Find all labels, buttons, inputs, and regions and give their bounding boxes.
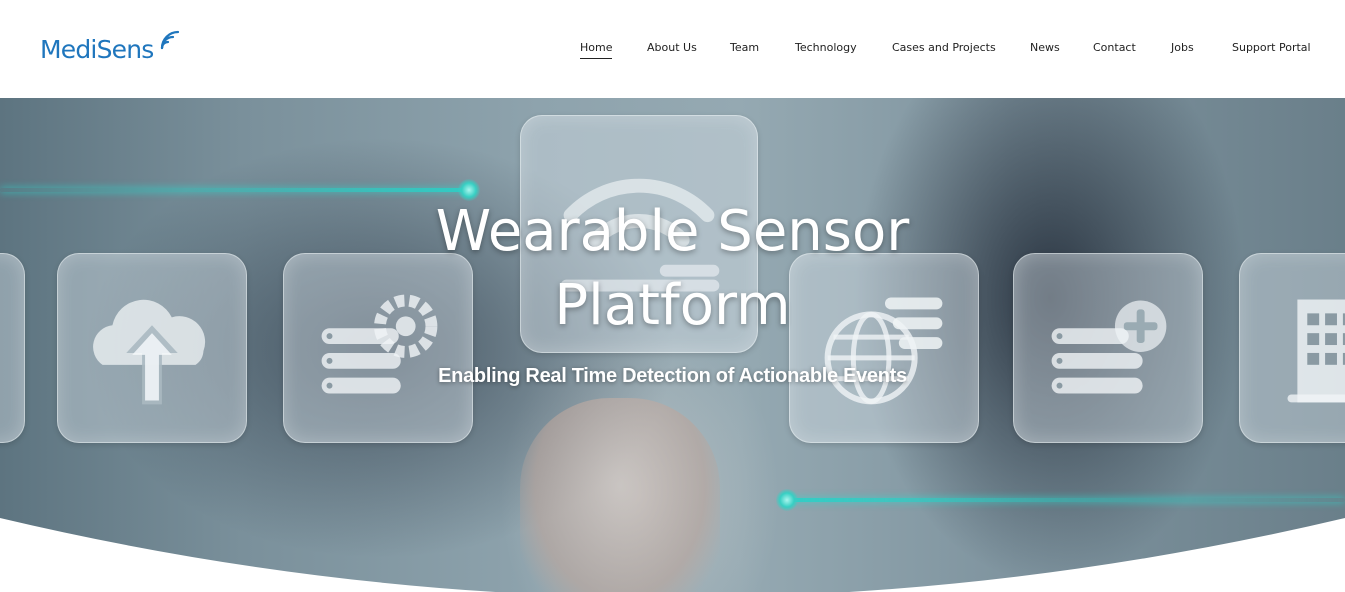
nav-item-support-portal[interactable]: Support Portal [1232,40,1311,56]
nav-item-contact[interactable]: Contact [1093,40,1136,56]
glow-dot [776,489,798,511]
nav-item-team[interactable]: Team [730,40,759,56]
nav-item-cases-and-projects[interactable]: Cases and Projects [892,40,996,56]
hero-bottom-curve [0,518,1345,592]
main-nav: Home About Us Team Technology Cases and … [0,40,1345,62]
nav-item-jobs[interactable]: Jobs [1171,40,1194,56]
glow-line [0,188,470,192]
hero-banner: Wearable Sensor Platform Enabling Real T… [0,98,1345,592]
hero-title-line1: Wearable Sensor [435,199,910,264]
hero-title-line2: Platform [554,273,791,338]
glow-line [788,498,1345,502]
hero-subtitle: Enabling Real Time Detection of Actionab… [438,365,907,387]
nav-item-about-us[interactable]: About Us [647,40,697,56]
site-header: MediSens Home About Us Team Technology C… [0,0,1345,98]
nav-item-technology[interactable]: Technology [795,40,857,56]
hero-title: Wearable Sensor Platform [0,195,1345,343]
nav-item-home[interactable]: Home [580,40,613,59]
nav-item-news[interactable]: News [1030,40,1060,56]
